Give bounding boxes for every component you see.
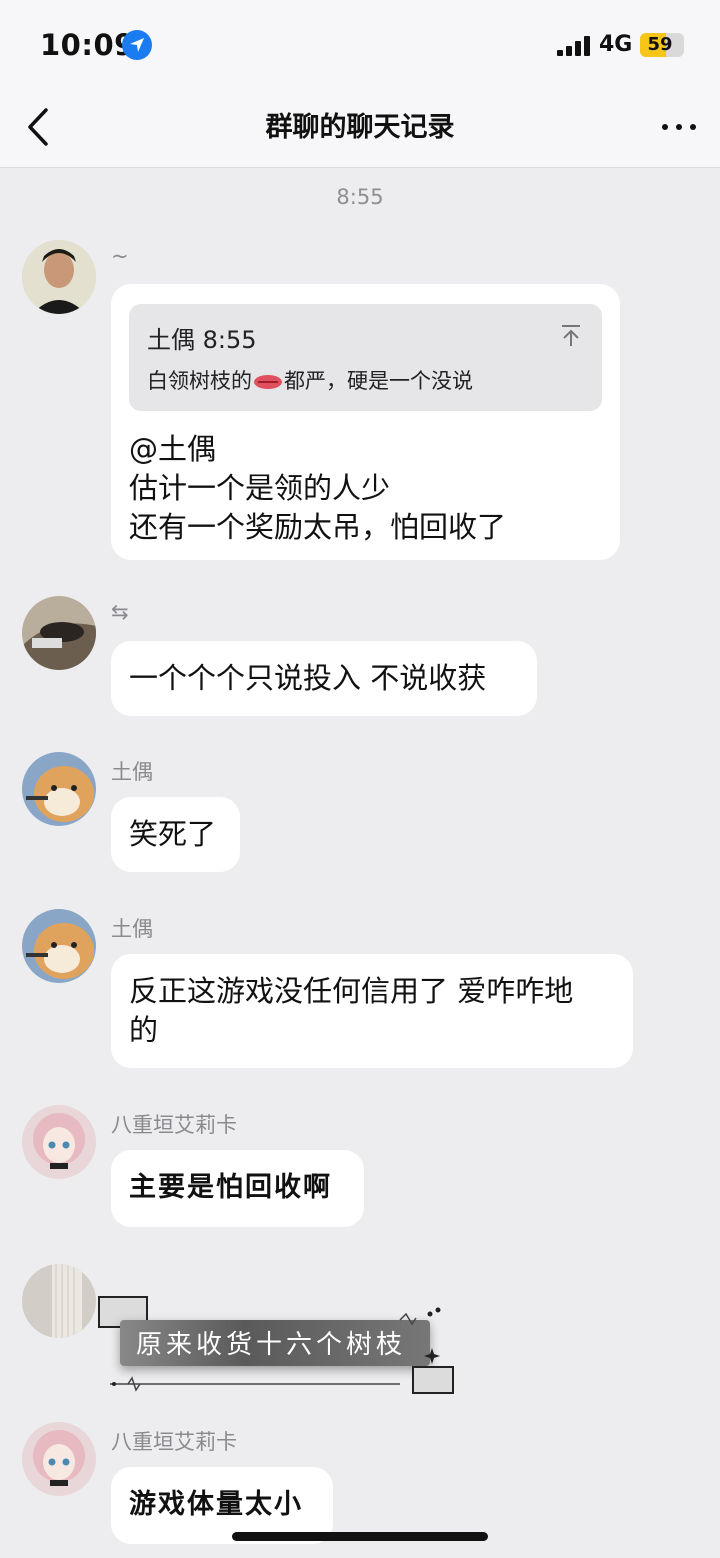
avatar[interactable] bbox=[22, 596, 96, 670]
message-bubble[interactable]: 反正这游戏没任何信用了 爱咋咋地 的 bbox=[111, 954, 633, 1068]
message-text: @土偶 估计一个是领的人少 还有一个奖励太吊，怕回收了 bbox=[129, 430, 506, 547]
avatar[interactable] bbox=[22, 240, 96, 314]
sender-name: 土偶 bbox=[111, 917, 153, 941]
more-button[interactable] bbox=[662, 114, 696, 138]
network-type: 4G bbox=[599, 32, 633, 57]
chat-timestamp: 8:55 bbox=[336, 185, 384, 209]
dot-icon bbox=[690, 124, 696, 130]
message-text: 一个个个只说投入 不说收获 bbox=[129, 661, 487, 695]
message-bubble[interactable]: 主要是怕回收啊 bbox=[111, 1150, 364, 1227]
avatar[interactable] bbox=[22, 752, 96, 826]
message-text: 反正这游戏没任何信用了 爱咋咋地 的 bbox=[129, 972, 573, 1050]
message-line: 反正这游戏没任何信用了 爱咋咋地 bbox=[129, 974, 574, 1008]
sticker-message[interactable]: 原来收货十六个树枝 bbox=[98, 1296, 460, 1400]
sender-name: ~ bbox=[111, 244, 129, 268]
quoted-message[interactable]: 土偶 8:55 白领树枝的 都严，硬是一个没说 bbox=[129, 304, 602, 411]
lips-emoji-icon bbox=[254, 375, 282, 389]
dot-icon bbox=[662, 124, 668, 130]
avatar[interactable] bbox=[22, 1105, 96, 1179]
avatar[interactable] bbox=[22, 1422, 96, 1496]
nav-bar: 群聊的聊天记录 bbox=[0, 92, 720, 168]
message-line: 的 bbox=[129, 1013, 159, 1047]
message-text: 主要是怕回收啊 bbox=[129, 1172, 332, 1203]
quote-header: 土偶 8:55 bbox=[147, 326, 257, 354]
battery-icon: 59 bbox=[640, 33, 684, 57]
location-arrow-icon bbox=[122, 30, 152, 60]
sender-name: ⇆ bbox=[111, 600, 129, 624]
sender-name: 八重垣艾莉卡 bbox=[111, 1113, 237, 1137]
back-button[interactable] bbox=[22, 106, 62, 150]
quote-text: 都严，硬是一个没说 bbox=[284, 369, 473, 393]
message-bubble[interactable]: 土偶 8:55 白领树枝的 都严，硬是一个没说 @土偶 估计一个是领的人少 还有一… bbox=[111, 284, 620, 560]
message-text: 笑死了 bbox=[129, 817, 217, 851]
status-bar: 10:09 4G 59 bbox=[0, 0, 720, 92]
sender-name: 八重垣艾莉卡 bbox=[111, 1430, 237, 1454]
message-line: 还有一个奖励太吊，怕回收了 bbox=[129, 510, 507, 544]
status-time: 10:09 bbox=[40, 28, 135, 62]
quote-text: 白领树枝的 bbox=[147, 369, 252, 393]
cellular-signal-icon bbox=[557, 36, 591, 56]
jump-to-top-icon[interactable] bbox=[560, 324, 582, 348]
message-text: 游戏体量太小 bbox=[129, 1489, 303, 1520]
message-bubble[interactable]: 笑死了 bbox=[111, 797, 240, 872]
avatar[interactable] bbox=[22, 909, 96, 983]
chevron-left-icon bbox=[28, 108, 48, 146]
quote-body: 白领树枝的 都严，硬是一个没说 bbox=[147, 362, 473, 401]
home-indicator[interactable] bbox=[232, 1532, 488, 1541]
sticker-decoration bbox=[110, 1307, 441, 1392]
battery-level: 59 bbox=[647, 34, 673, 55]
message-line: 估计一个是领的人少 bbox=[129, 471, 391, 505]
message-bubble[interactable]: 一个个个只说投入 不说收获 bbox=[111, 641, 537, 716]
sender-name: 土偶 bbox=[111, 760, 153, 784]
page-title: 群聊的聊天记录 bbox=[265, 112, 455, 143]
avatar[interactable] bbox=[22, 1264, 96, 1338]
message-line: @土偶 bbox=[129, 432, 217, 466]
dot-icon bbox=[676, 124, 682, 130]
